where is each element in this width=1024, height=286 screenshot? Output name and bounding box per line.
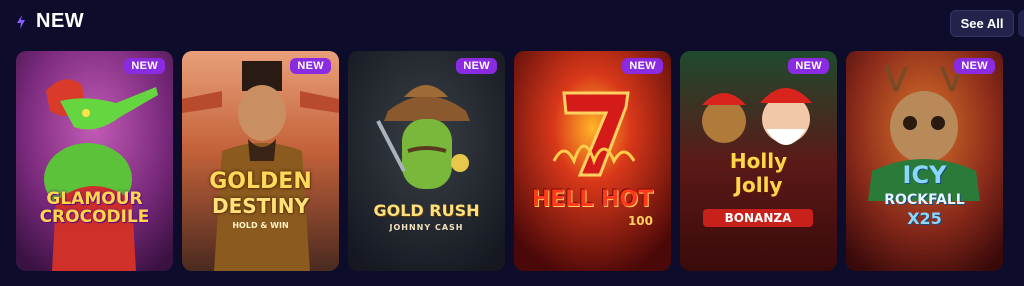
- game-subtitle: 100: [627, 214, 653, 228]
- game-title-line1: Holly: [729, 149, 788, 173]
- game-subtitle: BONANZA: [703, 209, 813, 227]
- game-subtitle: HOLD & WIN: [232, 221, 289, 230]
- game-subtitle: X25: [907, 209, 942, 228]
- game-title-line2: DESTINY: [212, 194, 309, 218]
- game-title-line1: ICY: [902, 161, 947, 189]
- games-row: GLAMOUR CROCODILE NEW GOLDEN DESTINY HOL…: [0, 0, 1024, 286]
- new-badge: NEW: [622, 58, 663, 74]
- game-card-hell-hot-100[interactable]: HELL HOT 100 NEW: [514, 51, 671, 271]
- game-thumbnail: [514, 51, 671, 271]
- game-title-line2: ROCKFALL: [884, 192, 965, 208]
- new-badge: NEW: [124, 58, 165, 74]
- game-thumbnail: [16, 51, 173, 271]
- game-card-glamour-crocodile[interactable]: GLAMOUR CROCODILE NEW: [16, 51, 173, 271]
- game-thumbnail: [348, 51, 505, 271]
- game-card-holly-jolly-bonanza[interactable]: Holly Jolly BONANZA NEW: [680, 51, 837, 271]
- game-card-gold-rush[interactable]: GOLD RUSH JOHNNY CASH NEW: [348, 51, 505, 271]
- game-title-line1: GLAMOUR: [46, 189, 143, 209]
- game-title-line2: CROCODILE: [39, 207, 150, 227]
- new-badge: NEW: [954, 58, 995, 74]
- new-badge: NEW: [456, 58, 497, 74]
- game-card-golden-destiny[interactable]: GOLDEN DESTINY HOLD & WIN NEW: [182, 51, 339, 271]
- new-badge: NEW: [290, 58, 331, 74]
- game-title-line2: Jolly: [734, 173, 783, 197]
- game-thumbnail: [182, 51, 339, 271]
- game-title-line1: GOLDEN: [209, 169, 312, 194]
- game-card-icy-rockfall-x25[interactable]: ICY ROCKFALL X25 NEW: [846, 51, 1003, 271]
- new-badge: NEW: [788, 58, 829, 74]
- game-title-line1: GOLD RUSH: [373, 201, 480, 220]
- game-subtitle: JOHNNY CASH: [389, 223, 464, 232]
- game-title-line1: HELL HOT: [531, 187, 654, 212]
